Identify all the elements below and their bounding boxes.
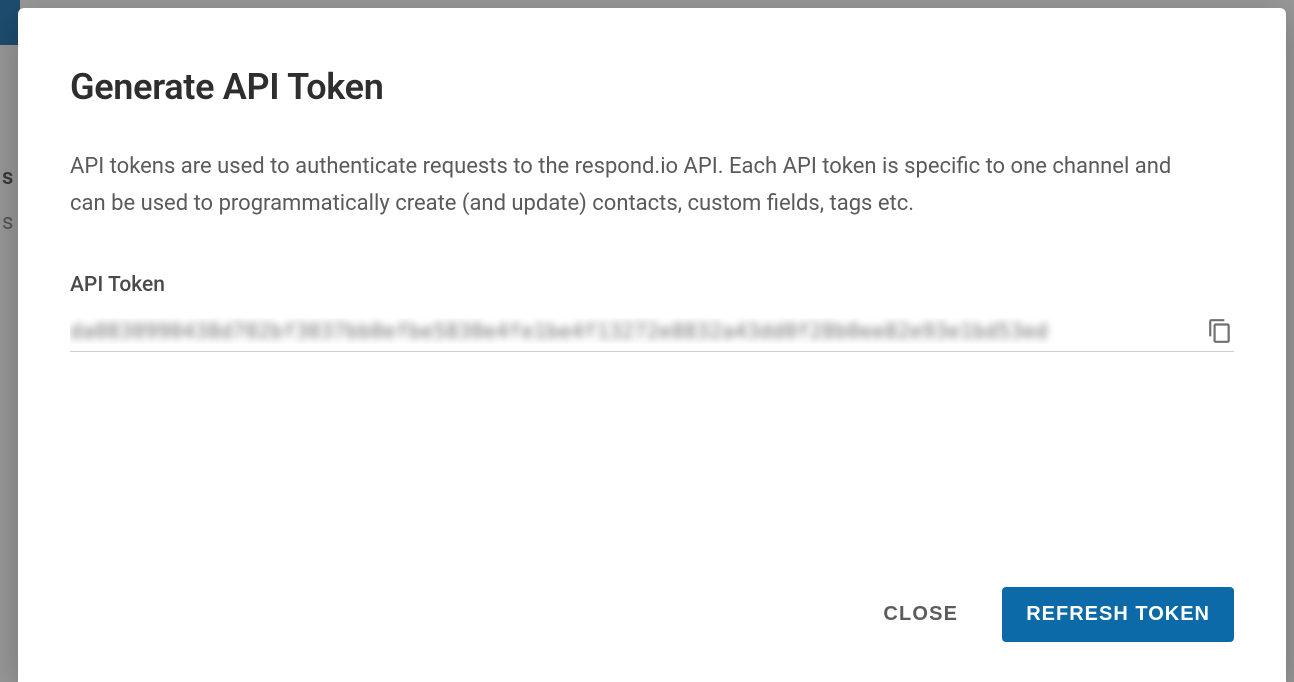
api-token-value[interactable]: da0830990438d702bf3037bb0efbe5830e4fe1be… (70, 318, 1198, 344)
modal-description: API tokens are used to authenticate requ… (70, 148, 1200, 223)
background-text: s (2, 210, 13, 235)
modal-title: Generate API Token (70, 66, 1234, 108)
api-token-text: da0830990438d702bf3037bb0efbe5830e4fe1be… (70, 318, 1198, 344)
refresh-token-button[interactable]: REFRESH TOKEN (1002, 587, 1234, 642)
copy-icon[interactable] (1206, 317, 1234, 345)
generate-api-token-modal: Generate API Token API tokens are used t… (18, 8, 1286, 682)
api-token-field: da0830990438d702bf3037bb0efbe5830e4fe1be… (70, 317, 1234, 352)
modal-actions: CLOSE REFRESH TOKEN (70, 477, 1234, 642)
background-text: s (2, 165, 13, 190)
close-button[interactable]: CLOSE (875, 591, 966, 638)
api-token-label: API Token (70, 273, 1234, 297)
background-fragment (0, 0, 20, 45)
